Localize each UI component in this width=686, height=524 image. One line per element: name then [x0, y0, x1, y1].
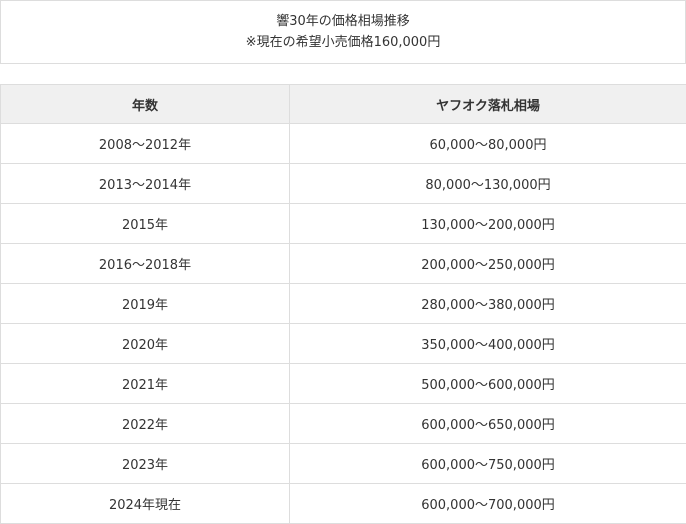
price-history-table: 年数 ヤフオク落札相場 2008～2012年 60,000～80,000円 20…: [0, 84, 686, 524]
price-cell: 600,000～650,000円: [289, 403, 686, 444]
year-cell: 2016～2018年: [0, 243, 290, 284]
price-cell: 200,000～250,000円: [289, 243, 686, 284]
table-row: 2022年 600,000～650,000円: [0, 403, 686, 444]
price-cell: 600,000～700,000円: [289, 483, 686, 524]
table-row: 2008～2012年 60,000～80,000円: [0, 123, 686, 164]
table-caption: 響30年の価格相場推移 ※現在の希望小売価格160,000円: [0, 0, 686, 64]
price-cell: 280,000～380,000円: [289, 283, 686, 324]
price-cell: 80,000～130,000円: [289, 163, 686, 204]
caption-title: 響30年の価格相場推移: [276, 14, 410, 29]
year-cell: 2022年: [0, 403, 290, 444]
table-row: 2015年 130,000～200,000円: [0, 203, 686, 244]
header-years: 年数: [0, 84, 290, 124]
year-cell: 2019年: [0, 283, 290, 324]
year-cell: 2013～2014年: [0, 163, 290, 204]
table-row: 2013～2014年 80,000～130,000円: [0, 163, 686, 204]
year-cell: 2015年: [0, 203, 290, 244]
table-row: 2023年 600,000～750,000円: [0, 443, 686, 484]
header-auction-price: ヤフオク落札相場: [289, 84, 686, 124]
price-cell: 130,000～200,000円: [289, 203, 686, 244]
table-row: 2024年現在 600,000～700,000円: [0, 483, 686, 524]
year-cell: 2008～2012年: [0, 123, 290, 164]
caption-note: ※現在の希望小売価格160,000円: [245, 35, 441, 50]
table-row: 2020年 350,000～400,000円: [0, 323, 686, 364]
price-cell: 60,000～80,000円: [289, 123, 686, 164]
table-header-row: 年数 ヤフオク落札相場: [0, 84, 686, 124]
year-cell: 2024年現在: [0, 483, 290, 524]
price-cell: 350,000～400,000円: [289, 323, 686, 364]
year-cell: 2020年: [0, 323, 290, 364]
table-row: 2016～2018年 200,000～250,000円: [0, 243, 686, 284]
year-cell: 2021年: [0, 363, 290, 404]
year-cell: 2023年: [0, 443, 290, 484]
price-cell: 500,000～600,000円: [289, 363, 686, 404]
price-cell: 600,000～750,000円: [289, 443, 686, 484]
table-row: 2021年 500,000～600,000円: [0, 363, 686, 404]
table-row: 2019年 280,000～380,000円: [0, 283, 686, 324]
